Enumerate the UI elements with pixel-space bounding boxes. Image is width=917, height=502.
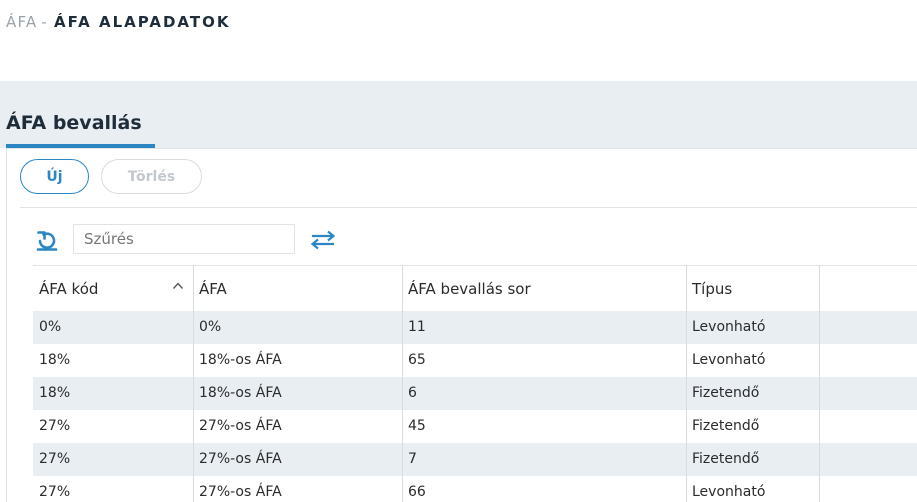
swap-arrows-icon[interactable] — [309, 229, 337, 251]
table-header: ÁFA kód ÁFA ÁFA bevallás sor Típus — [33, 265, 917, 311]
new-button[interactable]: Új — [20, 159, 89, 194]
table-cell: 66 — [408, 484, 426, 500]
table-cell: Fizetendő — [692, 385, 760, 401]
delete-button[interactable]: Törlés — [101, 159, 202, 194]
table-cell: 27%-os ÁFA — [199, 418, 282, 434]
vat-table: ÁFA kód ÁFA ÁFA bevallás sor Típus 0% 0% 1… — [33, 265, 917, 502]
table-row[interactable]: 27% 27%-os ÁFA 66 Levonható — [33, 476, 917, 502]
table-cell: 65 — [408, 352, 426, 368]
table-cell: 27% — [39, 451, 71, 467]
breadcrumb-current: ÁFA ALAPADATOK — [54, 13, 231, 31]
table-row[interactable]: 0% 0% 11 Levonható — [33, 311, 917, 344]
table-row[interactable]: 27% 27%-os ÁFA 7 Fizetendő — [33, 443, 917, 476]
breadcrumb-parent[interactable]: ÁFA — [6, 13, 37, 31]
table-row[interactable]: 18% 18%-os ÁFA 6 Fizetendő — [33, 377, 917, 410]
column-divider — [193, 265, 194, 502]
filter-input[interactable] — [73, 224, 295, 254]
table-row[interactable]: 27% 27%-os ÁFA 45 Fizetendő — [33, 410, 917, 443]
column-divider — [686, 265, 687, 502]
table-cell: 27%-os ÁFA — [199, 451, 282, 467]
column-header-afa-kod[interactable]: ÁFA kód — [33, 266, 193, 312]
column-divider — [819, 265, 820, 502]
breadcrumb-separator: - — [41, 13, 48, 31]
table-row[interactable]: 18% 18%-os ÁFA 65 Levonható — [33, 344, 917, 377]
column-header-tipus[interactable]: Típus — [686, 266, 819, 312]
table-cell: 18% — [39, 385, 71, 401]
table-cell: 18%-os ÁFA — [199, 385, 282, 401]
table-cell: Levonható — [692, 484, 766, 500]
column-divider[interactable] — [402, 265, 403, 502]
table-cell: 6 — [408, 385, 417, 401]
tab-afa-bevallas[interactable]: ÁFA bevallás — [6, 112, 142, 134]
table-cell: Levonható — [692, 352, 766, 368]
table-cell: 45 — [408, 418, 426, 434]
table-cell: 7 — [408, 451, 417, 467]
table-cell: 18% — [39, 352, 71, 368]
table-cell: 0% — [39, 319, 62, 335]
table-cell: Fizetendő — [692, 418, 760, 434]
sort-ascending-icon[interactable] — [172, 280, 184, 292]
table-cell: 0% — [199, 319, 222, 335]
refresh-icon[interactable] — [35, 228, 59, 252]
table-cell: Fizetendő — [692, 451, 760, 467]
breadcrumb: ÁFA - ÁFA ALAPADATOK — [6, 13, 230, 31]
table-cell: 18%-os ÁFA — [199, 352, 282, 368]
column-header-afa[interactable]: ÁFA — [193, 266, 402, 312]
table-cell: 27%-os ÁFA — [199, 484, 282, 500]
table-cell: 27% — [39, 418, 71, 434]
table-body: 0% 0% 11 Levonható 18% 18%-os ÁFA 65 Levonható 1… — [33, 311, 917, 502]
table-cell: Levonható — [692, 319, 766, 335]
table-cell: 11 — [408, 319, 426, 335]
column-header-bevallas-sor[interactable]: ÁFA bevallás sor — [402, 266, 686, 312]
toolbar-divider — [20, 207, 917, 208]
table-cell: 27% — [39, 484, 71, 500]
